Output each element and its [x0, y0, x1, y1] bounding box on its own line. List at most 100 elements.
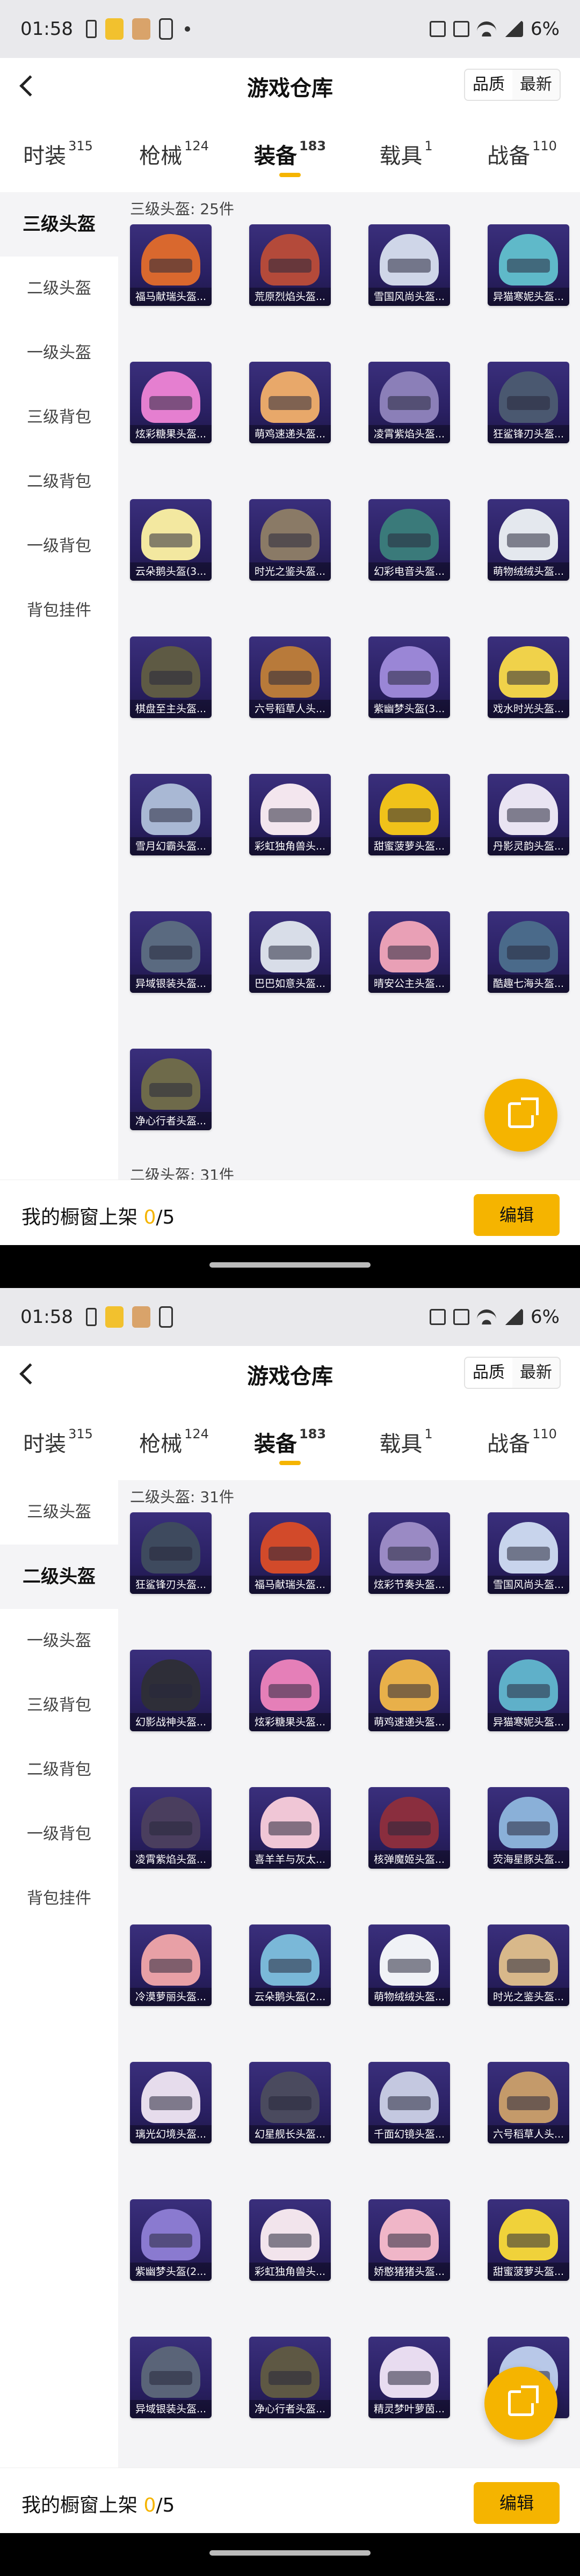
share-button[interactable]: [484, 1079, 557, 1152]
tab-equipment[interactable]: 装备 183: [232, 1400, 348, 1480]
tab-battle-gear[interactable]: 战备 110: [464, 1400, 580, 1480]
helmet-item-card[interactable]: 炫彩糖果头盔...: [249, 1650, 331, 1731]
helmet-item-card[interactable]: 幻星舰长头盔...: [249, 2062, 331, 2143]
helmet-item-card[interactable]: 云朵鹅头盔(2...: [249, 1924, 331, 2006]
helmet-item-card[interactable]: 甜蜜菠萝头盔...: [368, 774, 450, 855]
sort-toggle: 品质 最新: [464, 69, 561, 101]
helmet-item-card[interactable]: 狂鲨锋刃头盔...: [130, 1512, 212, 1594]
helmet-item-card[interactable]: 核弹魔姬头盔...: [368, 1787, 450, 1869]
tab-battle-gear[interactable]: 战备 110: [464, 112, 580, 192]
helmet-item-card[interactable]: 炫彩糖果头盔...: [130, 362, 212, 443]
helmet-item-card[interactable]: 雪国风尚头盔...: [368, 224, 450, 306]
helmet-item-card[interactable]: 萌鸡速递头盔...: [249, 362, 331, 443]
helmet-item-card[interactable]: 净心行者头盔...: [249, 2337, 331, 2418]
helmet-item-card[interactable]: 六号稻草人头...: [488, 2062, 569, 2143]
helmet-visor: [507, 2234, 550, 2248]
sidebar: 三级头盔 二级头盔 一级头盔 三级背包 二级背包 一级背包 背包挂件: [0, 192, 118, 1180]
helmet-item-card[interactable]: 晴安公主头盔...: [368, 911, 450, 993]
tab-guns[interactable]: 枪械 124: [116, 1400, 232, 1480]
helmet-item-card[interactable]: 福马献瑞头盔...: [130, 224, 212, 306]
helmet-item-card[interactable]: 时光之鉴头盔...: [488, 1924, 569, 2006]
tab-fashion[interactable]: 时装 315: [0, 1400, 116, 1480]
sidebar-item-lv3-helmet[interactable]: 三级头盔: [0, 192, 118, 257]
helmet-item-card[interactable]: 时光之鉴头盔...: [249, 499, 331, 581]
helmet-item-card[interactable]: 萌鸡速递头盔...: [368, 1650, 450, 1731]
sidebar-item-backpack-charm[interactable]: 背包挂件: [0, 1867, 118, 1931]
tab-equipment[interactable]: 装备 183: [232, 112, 348, 192]
sidebar-item-lv1-helmet[interactable]: 一级头盔: [0, 321, 118, 385]
helmet-visor: [269, 396, 311, 410]
helmet-item-card[interactable]: 彩虹独角兽头...: [249, 2199, 331, 2281]
sort-quality-button[interactable]: 品质: [465, 70, 512, 100]
helmet-item-card[interactable]: 丹影灵韵头盔...: [488, 774, 569, 855]
sidebar-item-backpack-charm[interactable]: 背包挂件: [0, 579, 118, 643]
sidebar-item-lv1-backpack[interactable]: 一级背包: [0, 514, 118, 579]
helmet-item-card[interactable]: 千面幻镜头盔...: [368, 2062, 450, 2143]
helmet-item-card[interactable]: 六号稻草人头...: [249, 636, 331, 718]
helmet-item-card[interactable]: 紫幽梦头盔(2...: [130, 2199, 212, 2281]
sidebar-item-lv2-helmet[interactable]: 二级头盔: [0, 1545, 118, 1609]
sidebar-item-lv2-backpack[interactable]: 二级背包: [0, 1738, 118, 1802]
helmet-item-card[interactable]: 幻影战神头盔...: [130, 1650, 212, 1731]
home-indicator[interactable]: [209, 2550, 371, 2556]
helmet-item-card[interactable]: 凌霄紫焰头盔...: [368, 362, 450, 443]
helmet-item-card[interactable]: 凌霄紫焰头盔...: [130, 1787, 212, 1869]
tab-vehicles[interactable]: 载具 1: [348, 112, 464, 192]
helmet-item-label: 彩虹独角兽头...: [249, 837, 331, 855]
signal-icon: [504, 1309, 524, 1325]
tab-guns[interactable]: 枪械 124: [116, 112, 232, 192]
helmet-item-card[interactable]: 甜蜜菠萝头盔...: [488, 2199, 569, 2281]
sort-latest-button[interactable]: 最新: [512, 70, 560, 100]
helmet-item-card[interactable]: 娇憨猪猪头盔...: [368, 2199, 450, 2281]
helmet-item-card[interactable]: 雪月幻霸头盔...: [130, 774, 212, 855]
helmet-item-card[interactable]: 异域银装头盔...: [130, 911, 212, 993]
helmet-item-card[interactable]: 棋盘至主头盔...: [130, 636, 212, 718]
helmet-item-card[interactable]: 狂鲨锋刃头盔...: [488, 362, 569, 443]
helmet-item-card[interactable]: 巴巴如意头盔...: [249, 911, 331, 993]
helmet-item-card[interactable]: 酷趣七海头盔...: [488, 911, 569, 993]
sidebar: 三级头盔 二级头盔 一级头盔 三级背包 二级背包 一级背包 背包挂件: [0, 1480, 118, 2468]
sidebar-item-lv1-helmet[interactable]: 一级头盔: [0, 1609, 118, 1673]
helmet-item-card[interactable]: 萌物绒绒头盔...: [368, 1924, 450, 2006]
helmet-visor: [507, 671, 550, 685]
helmet-item-card[interactable]: 异猫寒妮头盔...: [488, 1650, 569, 1731]
sidebar-item-lv3-helmet[interactable]: 三级头盔: [0, 1480, 118, 1545]
helmet-item-card[interactable]: 戏水时光头盔...: [488, 636, 569, 718]
sort-quality-button[interactable]: 品质: [465, 1358, 512, 1388]
helmet-item-card[interactable]: 炫彩节奏头盔...: [368, 1512, 450, 1594]
helmet-item-card[interactable]: 福马献瑞头盔...: [249, 1512, 331, 1594]
helmet-item-card[interactable]: 净心行者头盔...: [130, 1049, 212, 1130]
helmet-item-label: 娇憨猪猪头盔...: [368, 2263, 450, 2281]
helmet-item-card[interactable]: 云朵鹅头盔(3...: [130, 499, 212, 581]
helmet-item-card[interactable]: 荧海星豚头盔...: [488, 1787, 569, 1869]
status-time: 01:58: [20, 18, 73, 40]
sidebar-item-lv3-backpack[interactable]: 三级背包: [0, 1673, 118, 1738]
helmet-visor: [388, 1821, 431, 1835]
helmet-item-card[interactable]: 荒原烈焰头盔...: [249, 224, 331, 306]
helmet-item-card[interactable]: 紫幽梦头盔(3...: [368, 636, 450, 718]
tab-vehicles[interactable]: 载具 1: [348, 1400, 464, 1480]
sidebar-item-lv2-helmet[interactable]: 二级头盔: [0, 257, 118, 321]
sidebar-item-lv2-backpack[interactable]: 二级背包: [0, 450, 118, 514]
helmet-item-card[interactable]: 异域银装头盔...: [130, 2337, 212, 2418]
home-indicator[interactable]: [209, 1262, 371, 1268]
helmet-item-card[interactable]: 彩虹独角兽头...: [249, 774, 331, 855]
edit-button[interactable]: 编辑: [474, 1194, 560, 1236]
helmet-item-label: 云朵鹅头盔(2...: [249, 1988, 331, 2006]
helmet-item-card[interactable]: 璃光幻境头盔...: [130, 2062, 212, 2143]
sidebar-item-lv3-backpack[interactable]: 三级背包: [0, 385, 118, 450]
helmet-item-card[interactable]: 异猫寒妮头盔...: [488, 224, 569, 306]
helmet-item-card[interactable]: 精灵梦叶萝茵...: [368, 2337, 450, 2418]
status-right: 6%: [430, 1306, 560, 1328]
helmet-item-card[interactable]: 幻彩电音头盔...: [368, 499, 450, 581]
sidebar-item-lv1-backpack[interactable]: 一级背包: [0, 1802, 118, 1867]
tab-fashion[interactable]: 时装 315: [0, 112, 116, 192]
helmet-item-card[interactable]: 雪国风尚头盔...: [488, 1512, 569, 1594]
helmet-item-card[interactable]: 冷漠萝丽头盔...: [130, 1924, 212, 2006]
helmet-item-card[interactable]: 萌物绒绒头盔...: [488, 499, 569, 581]
sort-latest-button[interactable]: 最新: [512, 1358, 560, 1388]
status-right: 6%: [430, 18, 560, 40]
share-button[interactable]: [484, 2367, 557, 2440]
helmet-item-card[interactable]: 喜羊羊与灰太...: [249, 1787, 331, 1869]
edit-button[interactable]: 编辑: [474, 2482, 560, 2524]
